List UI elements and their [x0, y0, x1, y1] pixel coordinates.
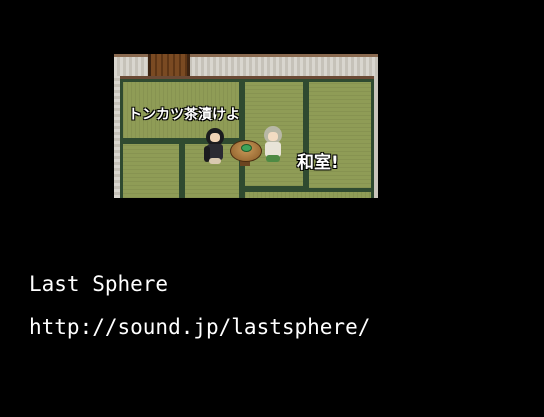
- character-grey-hair: [260, 126, 286, 164]
- speech-text-left: トンカツ茶漬けよ: [128, 107, 240, 123]
- footer-title: Last Sphere: [29, 272, 169, 296]
- character-dark-hair: [202, 128, 228, 166]
- tatami-mat: [306, 79, 374, 191]
- chazuke-bowl: [241, 144, 252, 152]
- wooden-door: [148, 54, 190, 76]
- right-wall: [374, 76, 378, 198]
- tatami-mat: [120, 141, 182, 198]
- footer-url[interactable]: http://sound.jp/lastsphere/: [29, 315, 370, 339]
- speech-text-right: 和室!: [297, 153, 339, 173]
- game-scene: トンカツ茶漬けよ 和室!: [114, 54, 378, 198]
- tatami-mat: [242, 189, 374, 198]
